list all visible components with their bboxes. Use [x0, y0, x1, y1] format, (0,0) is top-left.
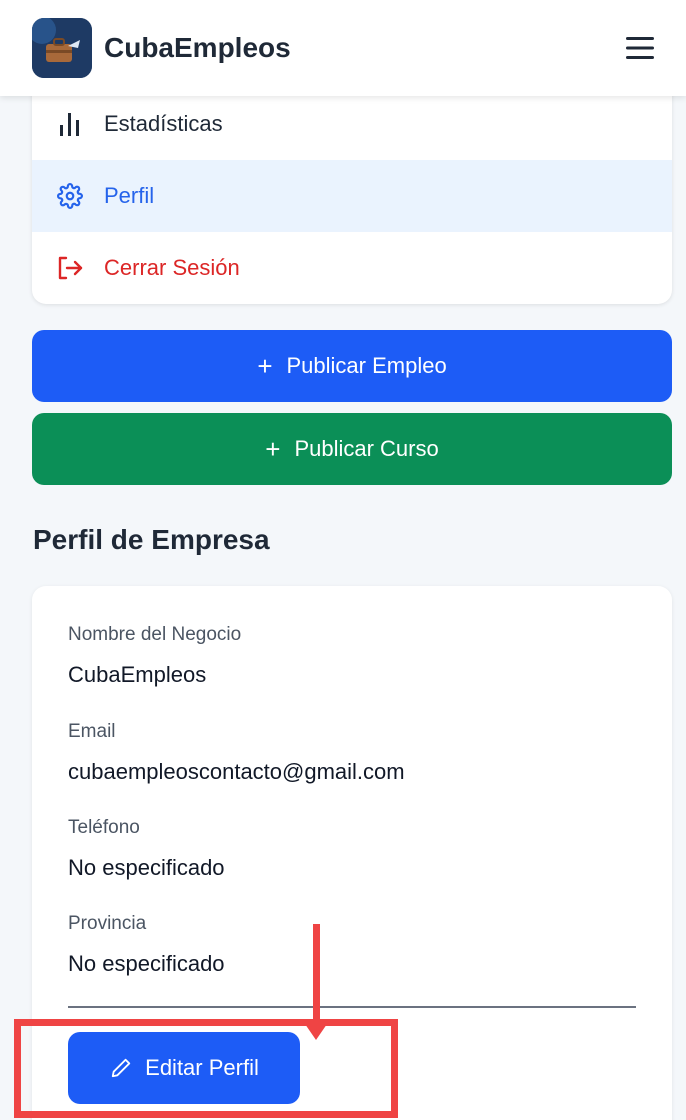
annotation-highlight-box	[14, 1019, 398, 1118]
page: CubaEmpleos Estadísticas Perfil Cerrar S…	[0, 0, 686, 1120]
plus-icon: +	[265, 433, 281, 464]
section-title: Perfil de Empresa	[33, 524, 270, 555]
nav-item-perfil[interactable]: Perfil	[32, 160, 672, 232]
gear-icon	[56, 182, 84, 210]
email-label: Email	[68, 721, 116, 742]
business-name-label: Nombre del Negocio	[68, 624, 242, 645]
nav-menu: Estadísticas Perfil Cerrar Sesión	[32, 88, 672, 304]
publish-course-label: Publicar Curso	[294, 436, 439, 461]
logout-icon	[56, 254, 84, 282]
publish-course-button[interactable]: + Publicar Curso	[32, 413, 672, 485]
phone-label: Teléfono	[68, 817, 140, 838]
phone-value: No especificado	[68, 855, 225, 880]
nav-item-cerrar-sesion[interactable]: Cerrar Sesión	[32, 232, 672, 304]
nav-item-label: Cerrar Sesión	[104, 255, 240, 280]
hamburger-menu-icon[interactable]	[622, 30, 658, 66]
province-label: Provincia	[68, 913, 147, 934]
province-value: No especificado	[68, 951, 225, 976]
publish-job-button[interactable]: + Publicar Empleo	[32, 330, 672, 402]
briefcase-logo-icon[interactable]	[32, 18, 92, 78]
publish-job-label: Publicar Empleo	[286, 353, 447, 378]
divider	[68, 1006, 636, 1008]
plus-icon: +	[257, 350, 273, 381]
email-value: cubaempleoscontacto@gmail.com	[68, 759, 405, 784]
bar-chart-icon	[56, 110, 84, 138]
business-name-value: CubaEmpleos	[68, 662, 207, 687]
app-header: CubaEmpleos	[0, 0, 686, 96]
nav-item-estadisticas[interactable]: Estadísticas	[32, 88, 672, 160]
app-title[interactable]: CubaEmpleos	[104, 32, 291, 64]
nav-item-label: Estadísticas	[104, 111, 223, 136]
annotation-arrow-shaft	[313, 924, 320, 1034]
nav-item-label: Perfil	[104, 183, 155, 208]
